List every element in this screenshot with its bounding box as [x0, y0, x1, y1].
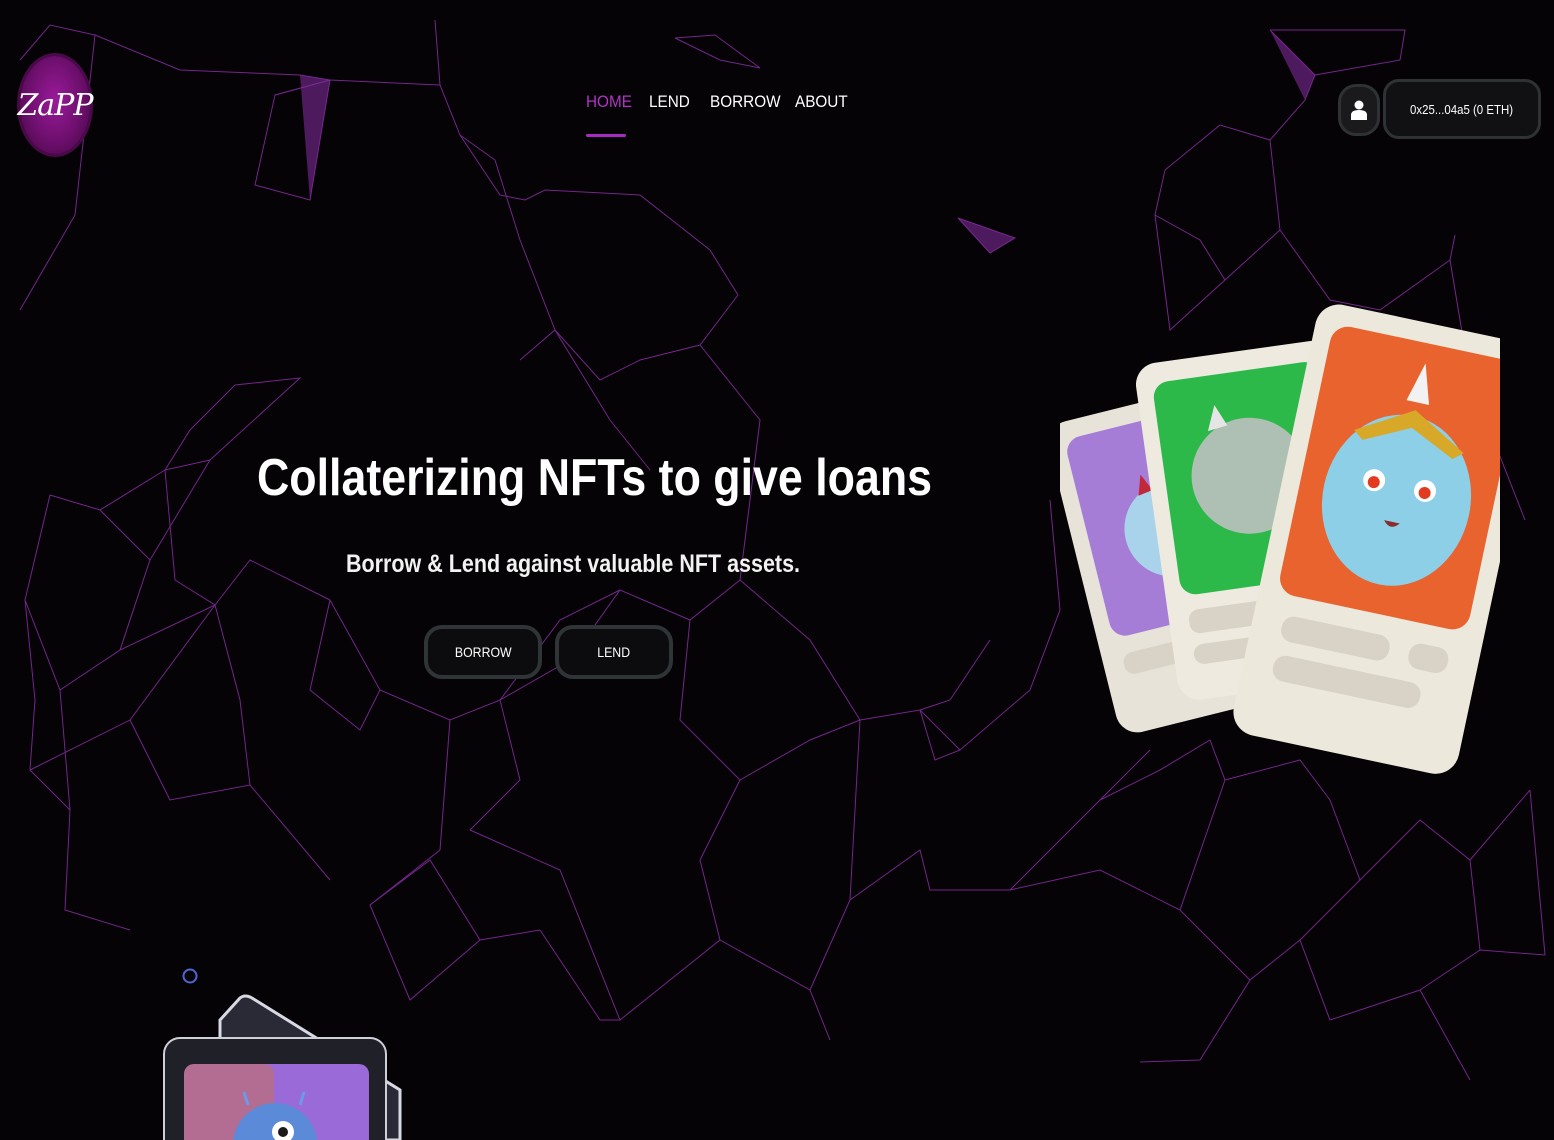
nav-home[interactable]: HOME	[586, 92, 632, 112]
hero-borrow-label: BORROW	[454, 644, 512, 660]
hero-subtitle: Borrow & Lend against valuable NFT asset…	[346, 550, 800, 578]
nav-borrow[interactable]: BORROW	[710, 92, 781, 112]
nav-lend[interactable]: LEND	[649, 92, 690, 112]
zapp-logo[interactable]: ZaPP	[17, 56, 94, 154]
wallet-address-label: 0x25...04a5 (0 ETH)	[1410, 101, 1514, 117]
nav-about[interactable]: ABOUT	[795, 92, 848, 112]
user-account-button[interactable]	[1338, 84, 1380, 136]
hero-borrow-button[interactable]: BORROW	[424, 625, 542, 679]
hero-title: Collaterizing NFTs to give loans	[257, 449, 933, 507]
hero-lend-button[interactable]: LEND	[555, 625, 673, 679]
logo-text: ZaPP	[17, 87, 93, 123]
hero-lend-label: LEND	[597, 644, 631, 660]
nft-card-preview-illustration	[163, 968, 402, 1140]
wallet-address-button[interactable]: 0x25...04a5 (0 ETH)	[1383, 79, 1541, 139]
nav-active-underline	[586, 134, 626, 137]
user-icon	[1351, 100, 1367, 120]
nft-cards-illustration	[1060, 304, 1500, 774]
